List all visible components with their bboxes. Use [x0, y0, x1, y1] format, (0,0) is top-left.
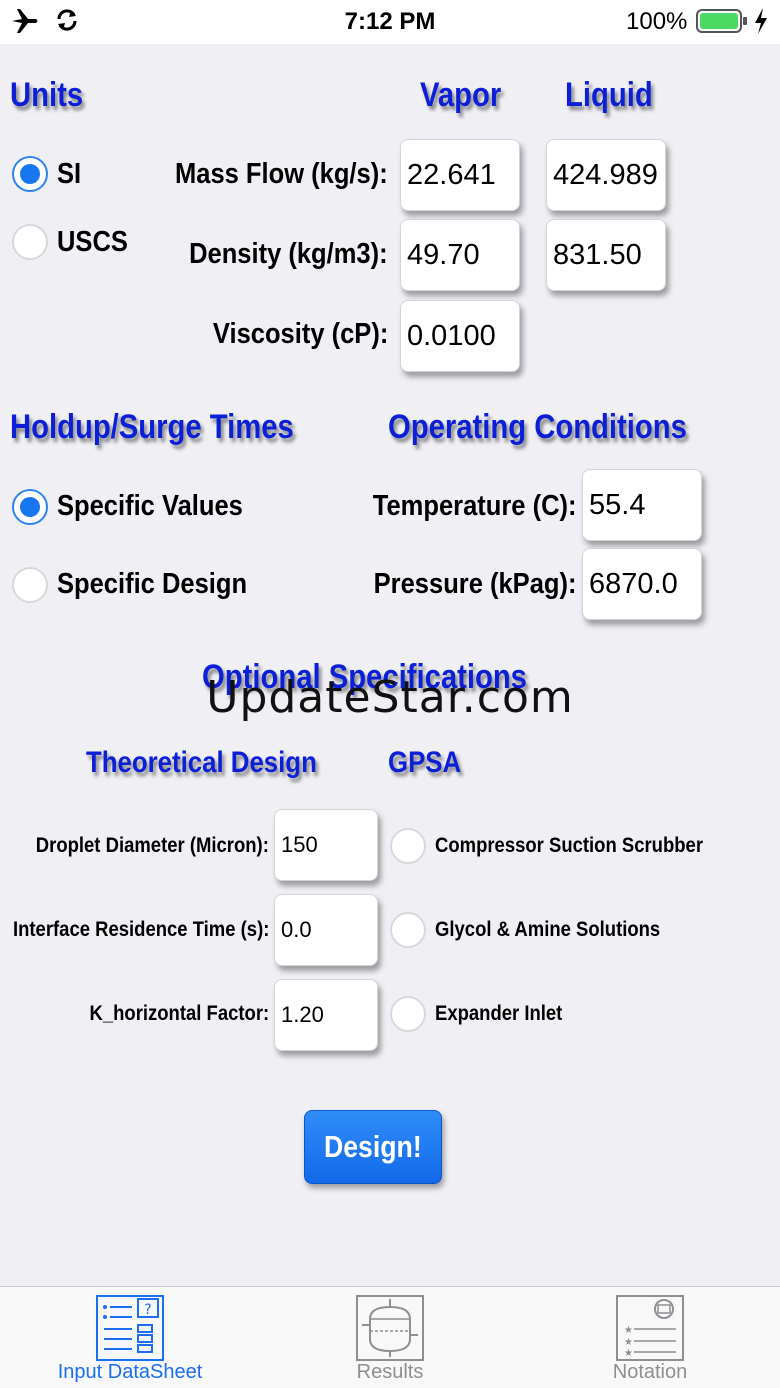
- vapor-column-title: Vapor: [420, 76, 502, 114]
- charging-bolt-icon: [755, 8, 767, 34]
- interface-residence-label: Interface Residence Time (s):: [12, 918, 269, 941]
- operating-title: Operating Conditions: [388, 408, 687, 446]
- svg-text:★: ★: [624, 1337, 633, 1348]
- notation-icon: ★ ★ ★: [616, 1295, 684, 1361]
- compressor-suction-radio[interactable]: [390, 828, 426, 864]
- tab-notation-label: Notation: [612, 1361, 688, 1383]
- mass-flow-liquid-input[interactable]: [546, 139, 666, 211]
- density-label: Density (kg/m3):: [189, 238, 388, 270]
- watermark: UpdateStar.com: [206, 672, 574, 723]
- svg-text:★: ★: [624, 1348, 633, 1359]
- tab-bar: ? Input DataSheet Results ★ ★ ★ Notation: [0, 1286, 780, 1388]
- expander-inlet-label: Expander Inlet: [435, 1002, 563, 1025]
- compressor-suction-label: Compressor Suction Scrubber: [435, 834, 704, 857]
- battery-icon: [696, 9, 747, 33]
- units-si-label: SI: [57, 158, 82, 190]
- units-si-radio[interactable]: [12, 156, 48, 192]
- density-liquid-input[interactable]: [546, 219, 666, 291]
- units-title: Units: [10, 76, 84, 114]
- interface-residence-input[interactable]: [274, 894, 378, 966]
- holdup-title: Holdup/Surge Times: [10, 408, 294, 446]
- droplet-diameter-label: Droplet Diameter (Micron):: [35, 834, 269, 857]
- tab-results[interactable]: Results: [290, 1287, 490, 1388]
- temperature-input[interactable]: [582, 469, 702, 541]
- mass-flow-vapor-input[interactable]: [400, 139, 520, 211]
- status-bar: 7:12 PM 100%: [0, 0, 780, 44]
- expander-inlet-radio[interactable]: [390, 996, 426, 1032]
- battery-percent: 100%: [626, 8, 688, 35]
- units-uscs-radio[interactable]: [12, 224, 48, 260]
- liquid-column-title: Liquid: [565, 76, 653, 114]
- vessel-icon: [356, 1295, 424, 1361]
- k-horizontal-input[interactable]: [274, 979, 378, 1051]
- specific-design-radio[interactable]: [12, 567, 48, 603]
- droplet-diameter-input[interactable]: [274, 809, 378, 881]
- mass-flow-label: Mass Flow (kg/s):: [175, 158, 388, 190]
- viscosity-label: Viscosity (cP):: [212, 318, 388, 350]
- glycol-amine-radio[interactable]: [390, 912, 426, 948]
- temperature-label: Temperature (C):: [372, 490, 576, 522]
- tab-input-datasheet[interactable]: ? Input DataSheet: [30, 1287, 230, 1388]
- density-vapor-input[interactable]: [400, 219, 520, 291]
- pressure-input[interactable]: [582, 548, 702, 620]
- k-horizontal-label: K_horizontal Factor:: [89, 1002, 269, 1025]
- specific-values-label: Specific Values: [57, 490, 243, 522]
- glycol-amine-label: Glycol & Amine Solutions: [435, 918, 661, 941]
- specific-values-radio[interactable]: [12, 489, 48, 525]
- tab-notation[interactable]: ★ ★ ★ Notation: [550, 1287, 750, 1388]
- datasheet-icon: ?: [96, 1295, 164, 1361]
- specific-design-label: Specific Design: [57, 568, 248, 600]
- svg-text:?: ?: [144, 1302, 151, 1318]
- design-button[interactable]: Design!: [304, 1110, 442, 1184]
- viscosity-vapor-input[interactable]: [400, 300, 520, 372]
- svg-text:★: ★: [624, 1325, 633, 1336]
- gpsa-title: GPSA: [388, 746, 462, 779]
- tab-input-datasheet-label: Input DataSheet: [57, 1361, 203, 1383]
- design-button-label: Design!: [324, 1129, 422, 1164]
- pressure-label: Pressure (kPag):: [373, 568, 576, 600]
- theoretical-design-title: Theoretical Design: [86, 746, 317, 779]
- units-uscs-label: USCS: [57, 226, 128, 258]
- tab-results-label: Results: [356, 1361, 424, 1383]
